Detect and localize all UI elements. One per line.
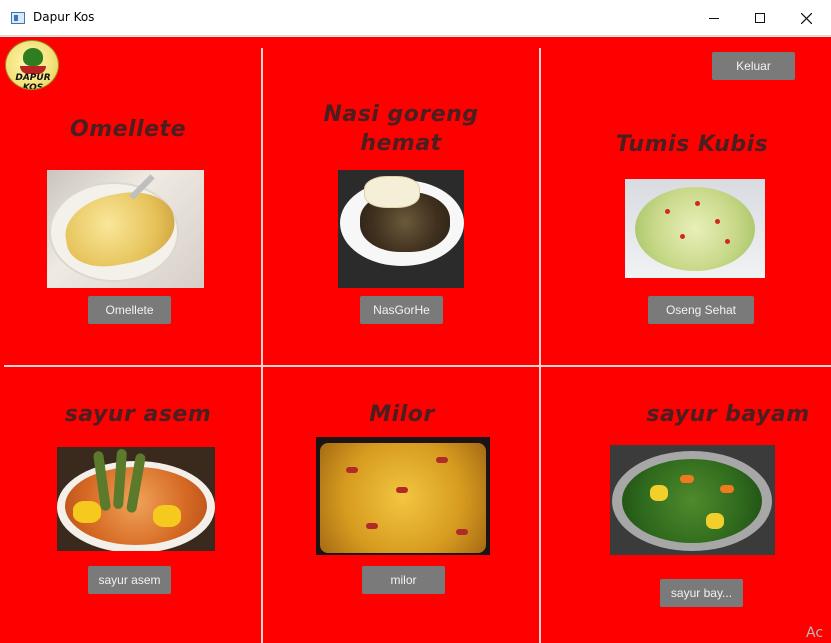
logo-leaf-icon (23, 48, 43, 66)
logo-text: DAPUR KOS (15, 73, 51, 90)
divider-vertical-1 (261, 48, 263, 643)
divider-vertical-2 (539, 48, 541, 643)
sayur-asem-button[interactable]: sayur asem (88, 566, 171, 594)
maximize-button[interactable] (737, 0, 783, 36)
dapur-kos-logo: DAPUR KOS (5, 40, 59, 90)
title-bar: Dapur Kos (0, 0, 831, 36)
app-window: Dapur Kos DAPUR KOS Keluar Omellete Omel… (0, 0, 831, 643)
close-icon (800, 12, 812, 24)
exit-button[interactable]: Keluar (712, 52, 795, 80)
spinach-soup-photo (610, 445, 775, 555)
oseng-sehat-button[interactable]: Oseng Sehat (648, 296, 754, 324)
heading-nasi-goreng-hemat: Nasi goreng hemat (323, 102, 479, 156)
sayur-bayam-button[interactable]: sayur bay... (660, 579, 743, 607)
minimize-icon (709, 17, 719, 19)
stir-fry-cabbage-photo (625, 179, 765, 278)
heading-sayur-bayam: sayur bayam (646, 402, 810, 427)
watermark-text: Ac (806, 625, 824, 641)
main-content: DAPUR KOS Keluar Omellete Omellete Nasi … (0, 37, 831, 643)
app-icon (11, 12, 25, 24)
milor-photo (316, 437, 490, 555)
heading-sayur-asem: sayur asem (64, 402, 212, 427)
divider-horizontal (4, 365, 831, 367)
omellete-button[interactable]: Omellete (88, 296, 171, 324)
window-title: Dapur Kos (33, 10, 95, 24)
heading-omellete: Omellete (70, 117, 186, 142)
close-button[interactable] (783, 0, 829, 36)
tamarind-soup-photo (57, 447, 215, 551)
nasgorhe-button[interactable]: NasGorHe (360, 296, 443, 324)
fried-rice-photo (338, 170, 464, 288)
omelette-photo (47, 170, 204, 288)
maximize-icon (755, 13, 765, 23)
heading-milor: Milor (369, 402, 435, 427)
minimize-button[interactable] (691, 0, 737, 36)
milor-button[interactable]: milor (362, 566, 445, 594)
heading-tumis-kubis: Tumis Kubis (615, 132, 769, 157)
